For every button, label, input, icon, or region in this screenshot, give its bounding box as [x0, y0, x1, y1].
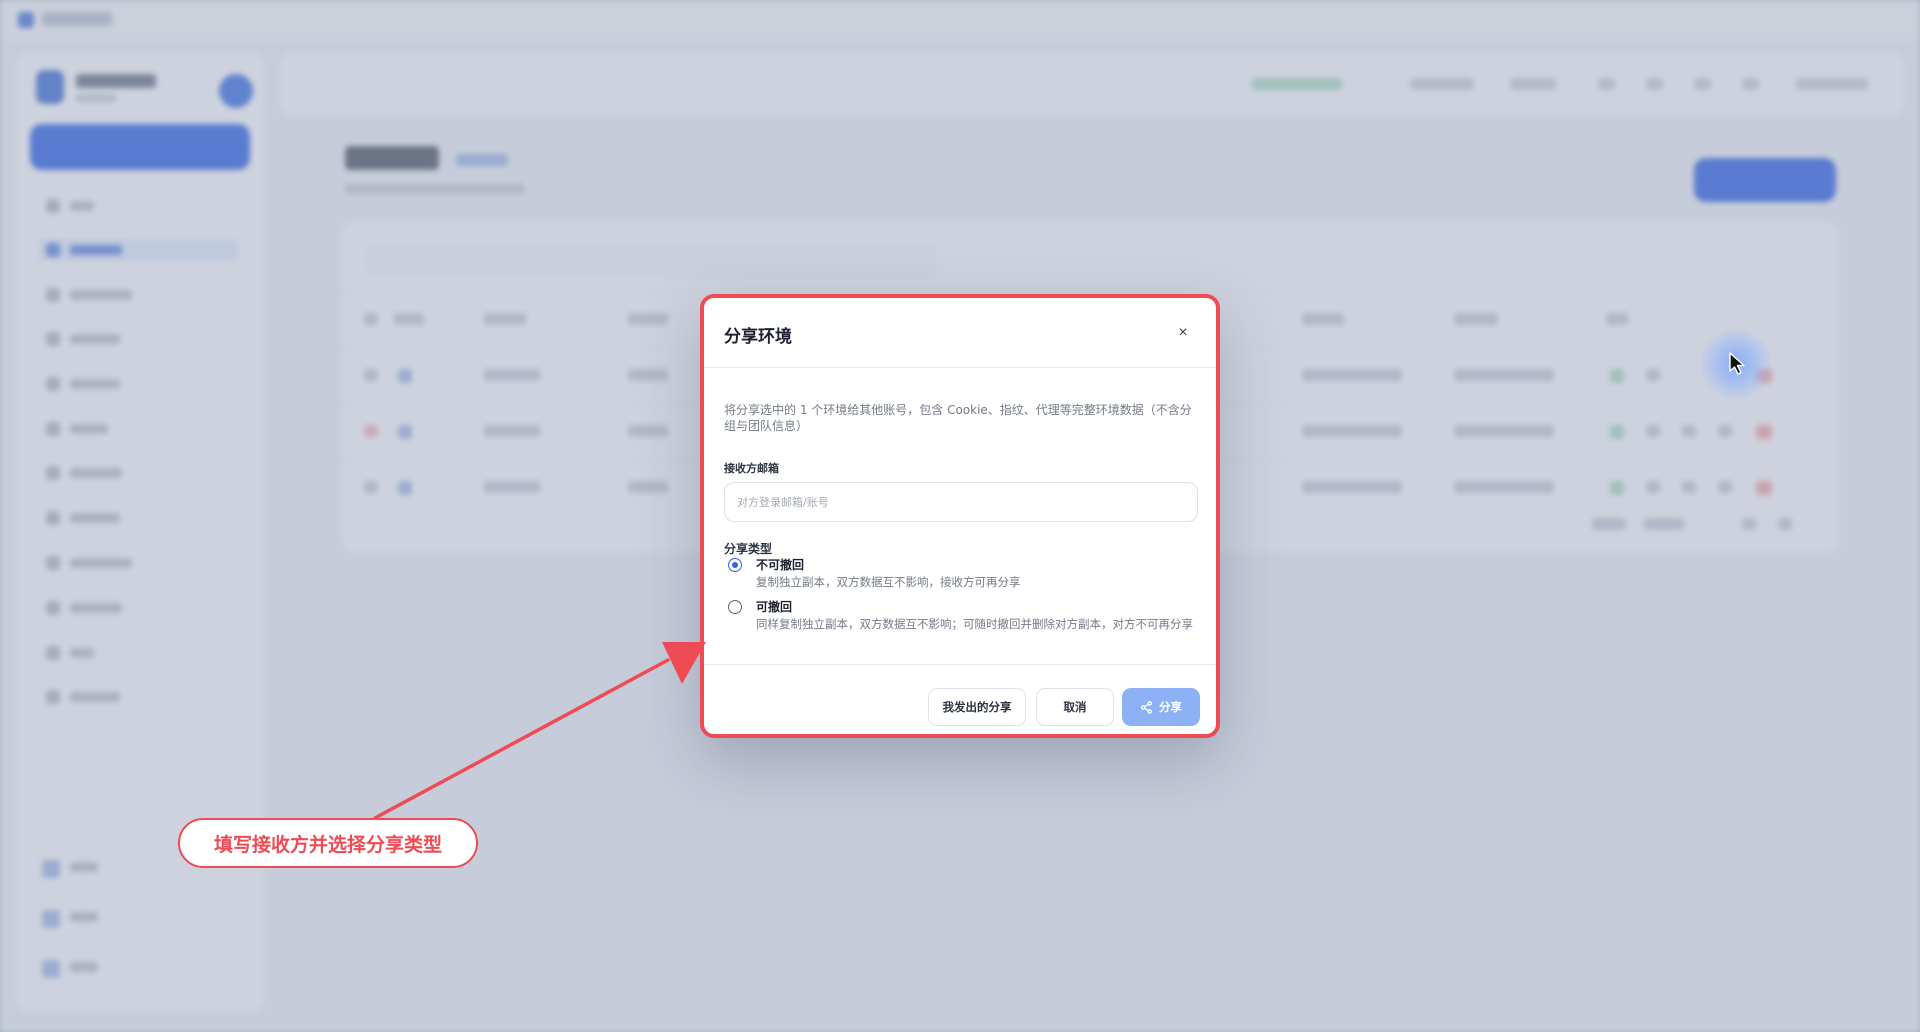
- option-description: 复制独立副本，双方数据互不影响，接收方可再分享: [756, 575, 1021, 589]
- dialog-description: 将分享选中的 1 个环境给其他账号，包含 Cookie、指纹、代理等完整环境数据…: [724, 403, 1192, 433]
- dialog-footer-divider: [704, 664, 1216, 665]
- share-type-option-revocable[interactable]: 可撤回 同样复制独立副本，双方数据互不影响；可随时撤回并删除对方副本，对方不可再…: [728, 598, 1198, 650]
- my-shares-button[interactable]: 我发出的分享: [928, 688, 1026, 726]
- recipient-label: 接收方邮箱: [724, 462, 779, 475]
- share-button-label: 分享: [1159, 700, 1182, 714]
- share-button[interactable]: 分享: [1122, 688, 1200, 726]
- dialog-title: 分享环境: [724, 327, 792, 347]
- option-title: 可撤回: [756, 600, 793, 614]
- option-description: 同样复制独立副本，双方数据互不影响；可随时撤回并删除对方副本，对方不可再分享: [756, 617, 1193, 631]
- cancel-button[interactable]: 取消: [1036, 688, 1114, 726]
- share-icon: [1140, 700, 1153, 714]
- share-type-label: 分享类型: [724, 542, 773, 556]
- mouse-cursor-icon: [1729, 352, 1745, 375]
- share-type-option-irrevocable[interactable]: 不可撤回 复制独立副本，双方数据互不影响，接收方可再分享: [728, 556, 1198, 590]
- close-icon[interactable]: ×: [1170, 320, 1196, 346]
- annotation-callout: 填写接收方并选择分享类型: [178, 818, 478, 868]
- option-title: 不可撤回: [756, 558, 805, 572]
- share-environment-dialog: 分享环境 × 将分享选中的 1 个环境给其他账号，包含 Cookie、指纹、代理…: [700, 294, 1220, 738]
- radio-unchecked-icon[interactable]: [728, 600, 742, 614]
- radio-checked-icon[interactable]: [728, 558, 742, 572]
- dialog-header: 分享环境 ×: [704, 298, 1216, 368]
- recipient-email-input[interactable]: [724, 482, 1198, 522]
